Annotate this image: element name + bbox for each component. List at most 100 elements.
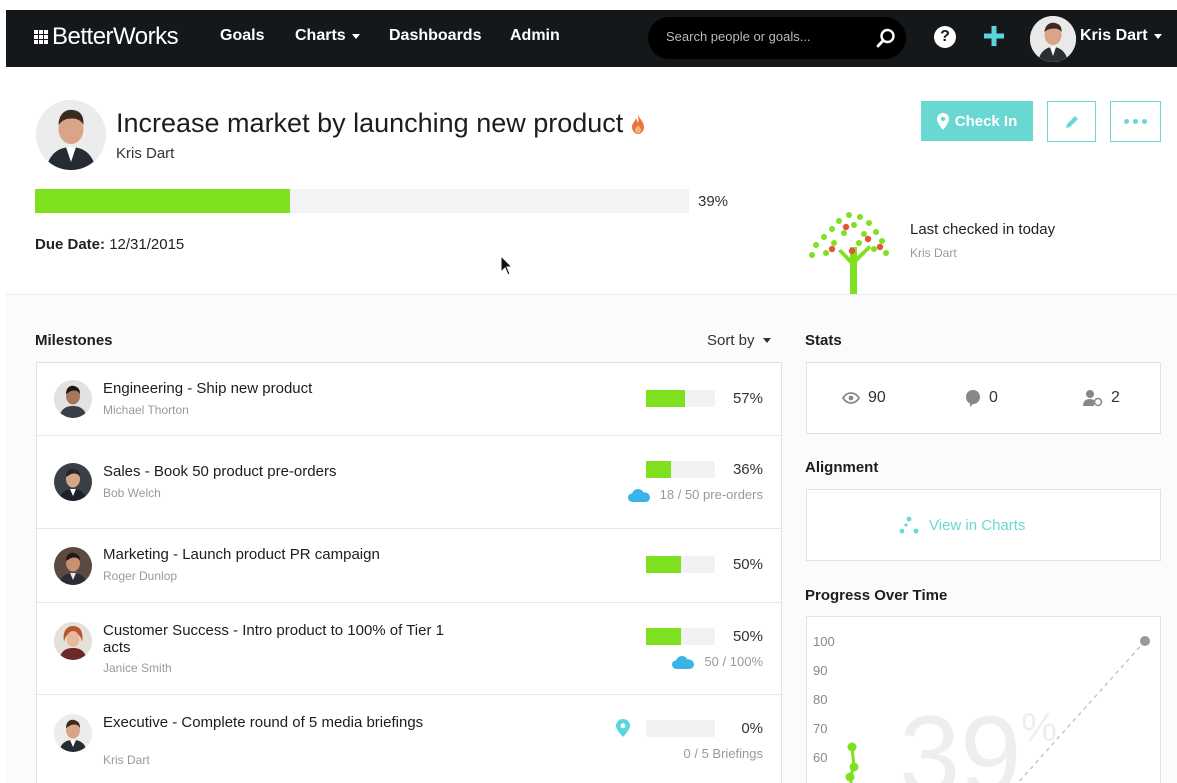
milestone-metric-text: 18 / 50 pre-orders (659, 487, 763, 502)
view-in-charts-link[interactable]: View in Charts (899, 516, 1025, 534)
milestone-owner[interactable]: Bob Welch (103, 486, 161, 500)
milestone-row[interactable]: Executive - Complete round of 5 media br… (37, 695, 781, 783)
chevron-down-icon (762, 338, 771, 343)
milestone-owner[interactable]: Janice Smith (103, 661, 172, 675)
comments-count: 0 (989, 389, 998, 406)
sort-by-dropdown[interactable]: Sort by (707, 332, 771, 349)
more-options-button[interactable] (1110, 101, 1161, 142)
milestone-metric-text: 50 / 100% (704, 654, 763, 669)
user-avatar[interactable] (1030, 16, 1076, 62)
pencil-icon (1065, 115, 1078, 128)
milestone-progress-fill (646, 628, 681, 645)
milestone-row[interactable]: Sales - Book 50 product pre-orders Bob W… (37, 436, 781, 529)
goal-progress-percent: 39% (698, 193, 729, 210)
milestone-title[interactable]: Sales - Book 50 product pre-orders (103, 463, 453, 480)
milestone-row[interactable]: Customer Success - Intro product to 100%… (37, 603, 781, 695)
sort-by-label: Sort by (707, 332, 755, 349)
goal-progress-bar (35, 189, 689, 213)
user-menu[interactable]: Kris Dart (1080, 27, 1162, 45)
nav-admin[interactable]: Admin (510, 27, 560, 45)
goal-title-text: Increase market by launching new product (116, 108, 624, 138)
milestone-progress-fill (646, 390, 686, 407)
milestone-owner[interactable]: Kris Dart (103, 753, 150, 767)
comment-bubble-icon (966, 390, 980, 407)
person-avatar-icon (54, 547, 92, 585)
check-in-button[interactable]: Check In (921, 101, 1033, 141)
logo-grid-icon (34, 30, 48, 44)
nav-charts-label: Charts (295, 27, 346, 44)
milestone-metric: 0 / 5 Briefings (684, 746, 764, 761)
betterworks-logo[interactable]: BetterWorks (34, 23, 179, 50)
top-navigation-bar: BetterWorks Goals Charts Dashboards Admi… (6, 10, 1177, 67)
milestones-heading: Milestones (35, 332, 113, 349)
milestone-progress-fill (646, 461, 671, 478)
check-in-label: Check In (954, 112, 1018, 130)
help-icon[interactable]: ? (934, 26, 956, 48)
actual-progress-point (845, 772, 855, 782)
salesforce-cloud-icon (672, 655, 695, 669)
milestone-progress-percent: 50% (732, 628, 763, 645)
target-end-point (1140, 636, 1150, 646)
milestone-owner-avatar[interactable] (54, 463, 92, 501)
milestone-owner-avatar[interactable] (54, 622, 92, 660)
nav-dashboards[interactable]: Dashboards (389, 27, 481, 45)
location-pin-icon (616, 719, 630, 737)
progress-over-time-heading: Progress Over Time (805, 587, 948, 604)
progress-over-time-chart: 100 90 80 70 60 39% (806, 616, 1161, 783)
search-icon[interactable] (876, 28, 896, 48)
plus-icon[interactable] (982, 24, 1006, 48)
location-pin-icon (936, 112, 949, 130)
goal-owner-avatar[interactable] (36, 100, 106, 170)
person-avatar-icon (54, 622, 92, 660)
milestone-progress-percent: 50% (732, 556, 763, 573)
nav-goals-label: Goals (220, 27, 265, 44)
milestone-owner-avatar[interactable] (54, 380, 92, 418)
search-box (648, 17, 906, 59)
last-checked-in: Last checked in today (910, 221, 1056, 238)
actual-progress-point (847, 742, 857, 752)
milestone-owner[interactable]: Michael Thorton (103, 403, 189, 417)
milestone-title[interactable]: Engineering - Ship new product (103, 380, 453, 397)
goal-owner-name[interactable]: Kris Dart (116, 145, 174, 162)
due-date-label: Due Date: (35, 236, 106, 253)
goal-progress-fill (35, 189, 291, 213)
milestone-title[interactable]: Marketing - Launch product PR campaign (103, 546, 453, 563)
milestone-owner-avatar[interactable] (54, 547, 92, 585)
comments-stat: 0 (965, 389, 998, 407)
logo-text: BetterWorks (52, 23, 179, 50)
milestone-progress-fill (646, 556, 681, 573)
milestone-owner[interactable]: Roger Dunlop (103, 569, 177, 583)
user-name-label: Kris Dart (1080, 27, 1148, 44)
nav-goals[interactable]: Goals (220, 27, 264, 45)
person-avatar-icon (1030, 16, 1076, 62)
due-date: Due Date: 12/31/2015 (35, 236, 184, 253)
person-avatar-icon (54, 463, 92, 501)
milestone-title[interactable]: Customer Success - Intro product to 100%… (103, 622, 453, 656)
search-input[interactable] (666, 29, 856, 44)
nav-dashboards-label: Dashboards (389, 27, 482, 44)
milestone-progress-bar (646, 556, 715, 573)
chevron-down-icon (1153, 33, 1162, 39)
milestone-metric: 50 / 100% (672, 654, 763, 669)
nav-charts[interactable]: Charts (295, 27, 360, 45)
view-in-charts-label: View in Charts (929, 516, 1026, 534)
person-avatar-icon (54, 714, 92, 752)
growth-tree-icon (809, 212, 889, 297)
salesforce-cloud-icon (627, 488, 650, 502)
milestone-title[interactable]: Executive - Complete round of 5 media br… (103, 714, 453, 731)
actual-progress-point (849, 762, 859, 772)
edit-button[interactable] (1047, 101, 1096, 142)
milestone-progress-percent: 57% (732, 390, 763, 407)
alignment-panel: View in Charts (806, 489, 1161, 561)
last-checked-in-by: Kris Dart (910, 246, 957, 260)
followers-stat: 2 (1083, 389, 1120, 407)
milestone-row[interactable]: Engineering - Ship new product Michael T… (37, 363, 781, 436)
milestone-row[interactable]: Marketing - Launch product PR campaign R… (37, 529, 781, 603)
mouse-cursor-icon (500, 255, 514, 276)
chevron-down-icon (351, 33, 360, 39)
progress-trend-lines (845, 636, 1150, 783)
flame-icon (632, 113, 645, 134)
milestone-owner-avatar[interactable] (54, 714, 92, 752)
milestone-progress-bar (646, 720, 715, 737)
nav-admin-label: Admin (510, 27, 560, 44)
